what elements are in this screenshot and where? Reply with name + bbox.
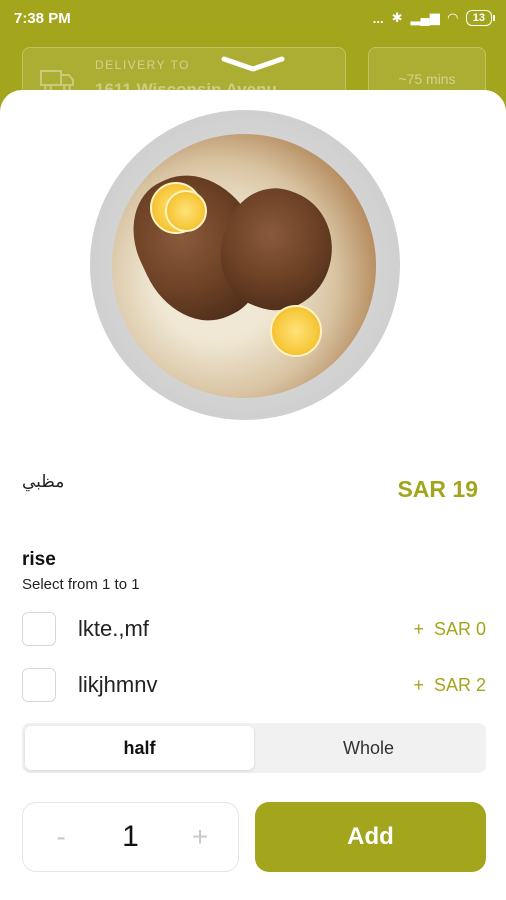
option-group-subtitle: Select from 1 to 1: [22, 576, 140, 593]
notification-dots-icon: ...: [372, 10, 384, 26]
dish-name: مظبي: [22, 472, 65, 492]
delivery-label: DELIVERY TO: [95, 58, 190, 72]
size-option-whole[interactable]: Whole: [254, 726, 483, 770]
option-row[interactable]: lkte.,mf + SAR 0: [22, 611, 486, 647]
option-plus: +: [413, 618, 424, 639]
option-label: likjhmnv: [78, 672, 158, 697]
lemon-slice: [270, 305, 322, 357]
size-toggle: half Whole: [22, 723, 486, 773]
option-price-value: SAR 0: [433, 618, 486, 639]
lemon-slice: [165, 190, 207, 232]
delivery-time: ~75 mins: [398, 71, 456, 87]
quantity-stepper: - 1 +: [22, 802, 239, 872]
dish-detail-sheet: مظبي SAR 19 rise Select from 1 to 1 lkte…: [0, 90, 506, 900]
quantity-value: 1: [122, 820, 139, 853]
option-price-value: SAR 2: [433, 674, 486, 695]
decrement-button[interactable]: -: [49, 821, 73, 853]
chevron-down-icon[interactable]: [220, 55, 286, 73]
increment-button[interactable]: +: [188, 821, 212, 853]
battery-icon: 13: [465, 10, 496, 26]
option-checkbox[interactable]: [22, 668, 56, 702]
status-time: 7:38 PM: [14, 9, 71, 27]
bluetooth-icon: ✱: [391, 10, 403, 25]
option-group-title: rise: [22, 549, 56, 570]
option-price: + SAR 0: [413, 619, 486, 640]
status-icons: ... ✱ ▂▄▆ ◠ 13: [372, 10, 496, 26]
option-label: lkte.,mf: [78, 616, 149, 641]
option-plus: +: [413, 674, 424, 695]
dish-price: SAR 19: [397, 476, 478, 502]
option-price: + SAR 2: [413, 675, 486, 696]
cellular-signal-icon: ▂▄▆: [410, 10, 440, 25]
option-row[interactable]: likjhmnv + SAR 2: [22, 667, 486, 703]
wifi-icon: ◠: [447, 10, 458, 25]
add-to-cart-button[interactable]: Add: [255, 802, 486, 872]
size-option-half[interactable]: half: [25, 726, 254, 770]
option-checkbox[interactable]: [22, 612, 56, 646]
status-bar: 7:38 PM ... ✱ ▂▄▆ ◠ 13: [0, 0, 506, 36]
